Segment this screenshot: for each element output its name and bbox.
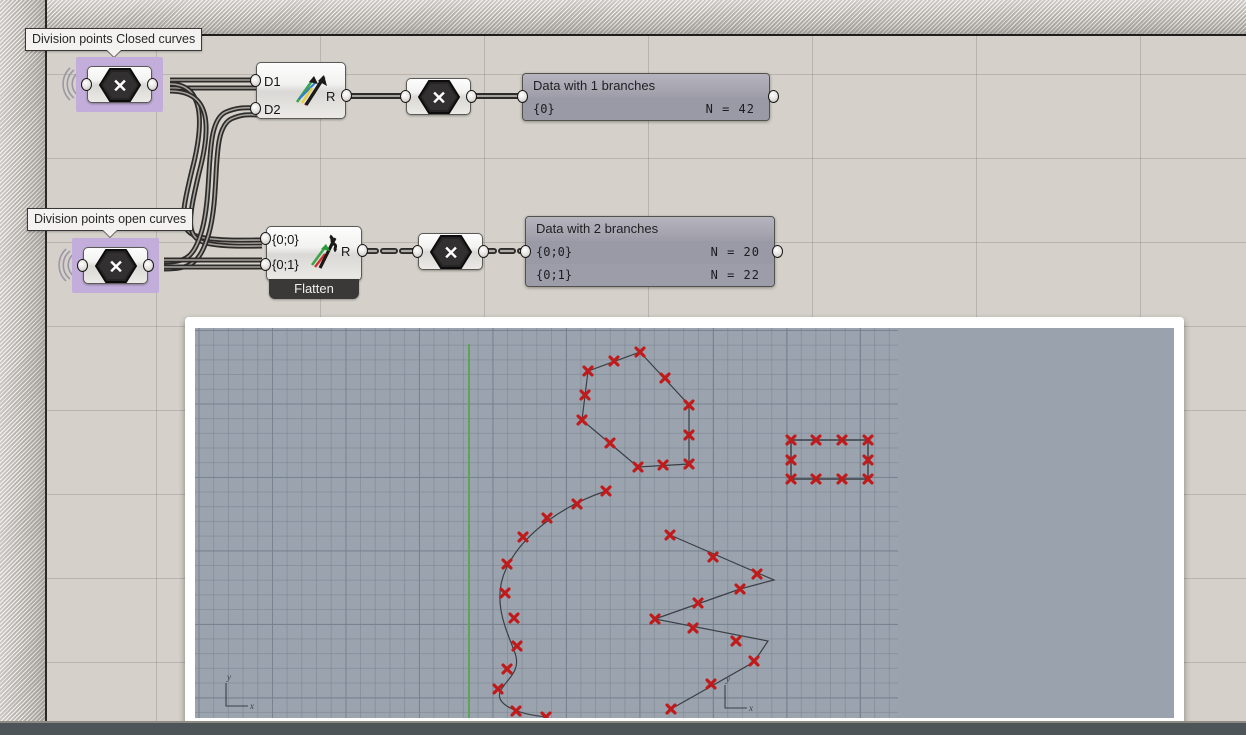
origin-gizmo [225, 683, 248, 707]
gizmo-x-label: x [250, 701, 254, 711]
viewport-geometry [225, 346, 874, 718]
rhino-viewport[interactable]: y x y x [195, 328, 1174, 718]
panel-row: {0} N = 42 [523, 98, 769, 120]
branch-count: N = 22 [710, 268, 760, 282]
input-label-d2: D2 [264, 102, 281, 117]
port-merge-mid-bottom-input[interactable] [412, 245, 423, 258]
port-merge-mid-bottom-output[interactable] [478, 245, 489, 258]
merge-hexagon-icon: ✕ [94, 248, 137, 283]
vector-display-icon [310, 234, 338, 269]
port-path-00[interactable] [260, 232, 271, 245]
port-d2[interactable] [250, 102, 261, 115]
label-open-curves[interactable]: Division points open curves [27, 208, 194, 237]
label-tail [103, 230, 118, 237]
curve-hexagon [581, 351, 690, 468]
rhino-viewport-window[interactable]: y x y x [185, 317, 1184, 729]
points-s-curve [492, 485, 612, 718]
component-merge-mid-bottom[interactable]: ✕ [418, 233, 483, 270]
component-merge-bottom[interactable]: ✕ [83, 247, 148, 284]
svg-text:✕: ✕ [431, 88, 446, 108]
points-hexagon [576, 346, 695, 473]
component-merge-mid-top[interactable]: ✕ [406, 78, 471, 115]
port-path-01[interactable] [260, 258, 271, 271]
label-closed-curves-text: Division points Closed curves [32, 32, 196, 46]
component-merge-top[interactable]: ✕ [87, 66, 152, 103]
branch-path: {0} [533, 102, 555, 116]
label-closed-curves[interactable]: Division points Closed curves [25, 28, 203, 57]
vector-display-icon [295, 75, 327, 106]
gizmo-x-label: x [749, 703, 753, 713]
branch-path: {0;0} [536, 245, 573, 259]
curve-s-spline [498, 490, 607, 718]
svg-text:✕: ✕ [112, 76, 127, 96]
port-merge-bottom-output[interactable] [143, 259, 154, 272]
port-merge-mid-top-input[interactable] [400, 90, 411, 103]
label-tail [106, 50, 121, 57]
points-rectangle [785, 434, 874, 485]
branch-count: N = 20 [710, 245, 760, 259]
port-merge-top-output[interactable] [147, 78, 158, 91]
table-row: {0;0} N = 20 [526, 241, 774, 264]
merge-hexagon-icon: ✕ [98, 67, 141, 102]
panel-data-2-branches[interactable]: Data with 2 branches {0;0} N = 20 {0;1} … [525, 216, 775, 287]
output-label-r-bottom: R [341, 244, 351, 259]
gizmo-y-label: y [227, 672, 231, 682]
port-panel2-output[interactable] [772, 245, 783, 258]
port-merge-mid-top-output[interactable] [466, 90, 477, 103]
panel-title-2-branches: Data with 2 branches [526, 217, 774, 241]
merge-hexagon-icon: ✕ [429, 234, 472, 269]
branch-count: N = 42 [705, 102, 755, 116]
input-label-path-00: {0;0} [272, 232, 299, 247]
panel-data-1-branch[interactable]: Data with 1 branches {0} N = 42 [522, 73, 770, 121]
gizmo-y-label: y [726, 674, 730, 684]
screen-root: Division points Closed curves Division p… [0, 0, 1246, 735]
curve-rectangle [790, 439, 869, 480]
secondary-gizmo [724, 685, 747, 709]
svg-text:✕: ✕ [443, 243, 458, 263]
port-panel1-input[interactable] [517, 90, 528, 103]
port-panel2-input[interactable] [520, 245, 531, 258]
branch-path: {0;1} [536, 268, 573, 282]
curve-zigzag [652, 534, 776, 710]
port-d1[interactable] [250, 74, 261, 87]
port-panel1-output[interactable] [768, 90, 779, 103]
merge-hexagon-icon: ✕ [417, 79, 460, 114]
input-label-d1: D1 [264, 74, 281, 89]
port-merge-bottom-input[interactable] [77, 259, 88, 272]
point-markers [492, 346, 874, 718]
input-label-path-01: {0;1} [272, 257, 299, 272]
svg-text:✕: ✕ [108, 257, 123, 277]
port-r-top[interactable] [341, 89, 352, 102]
table-row: {0;1} N = 22 [526, 264, 774, 286]
port-r-bottom[interactable] [357, 244, 368, 257]
flatten-tag[interactable]: Flatten [269, 279, 359, 299]
port-merge-top-input[interactable] [81, 78, 92, 91]
panel-title-1-branch: Data with 1 branches [523, 74, 769, 98]
label-open-curves-text: Division points open curves [34, 212, 187, 226]
window-bottom-band [0, 723, 1246, 735]
